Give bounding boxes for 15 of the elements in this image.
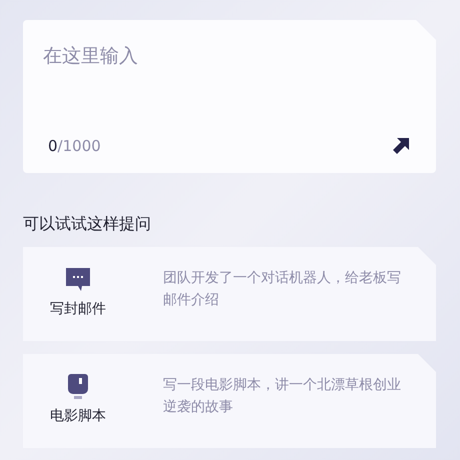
chat-bubble-icon bbox=[65, 267, 91, 293]
suggestion-card[interactable]: 写封邮件 团队开发了一个对话机器人，给老板写邮件介绍 bbox=[23, 247, 436, 341]
suggestion-card[interactable]: 电影脚本 写一段电影脚本，讲一个北漂草根创业逆袭的故事 bbox=[23, 354, 436, 448]
suggestion-text: 写一段电影脚本，讲一个北漂草根创业逆袭的故事 bbox=[163, 376, 402, 417]
suggestion-text: 团队开发了一个对话机器人，给老板写邮件介绍 bbox=[163, 269, 402, 310]
arrow-icon bbox=[392, 136, 410, 155]
suggestion-label: 电影脚本 bbox=[50, 407, 106, 426]
suggestion-label: 写封邮件 bbox=[50, 300, 106, 319]
section-heading: 可以试试这样提问 bbox=[23, 213, 152, 235]
input-field[interactable]: 在这里输入 0/1000 bbox=[23, 20, 436, 173]
input-placeholder: 在这里输入 bbox=[43, 44, 139, 69]
character-limit: /1000 bbox=[58, 136, 101, 156]
lightbulb-icon bbox=[67, 373, 89, 400]
send-button[interactable] bbox=[392, 136, 412, 156]
character-count: 0 bbox=[48, 136, 58, 156]
